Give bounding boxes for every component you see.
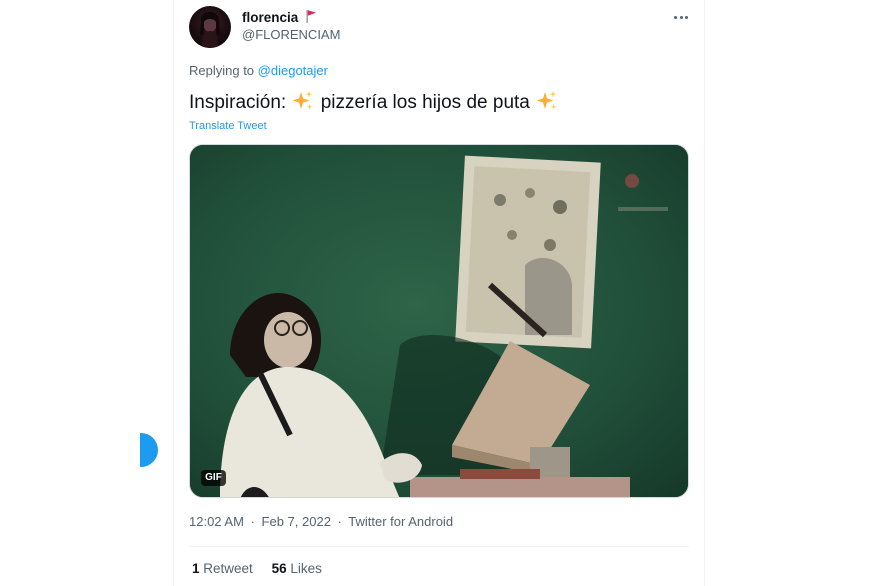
- retweets-count: 1: [192, 561, 200, 576]
- translate-tweet-link[interactable]: Translate Tweet: [189, 119, 267, 133]
- sparkles-icon: [536, 91, 557, 110]
- meta-separator: ·: [250, 514, 255, 529]
- sparkles-icon: [292, 91, 313, 110]
- reply-prefix: Replying to: [189, 63, 255, 78]
- avatar-image: [200, 12, 220, 48]
- page: florencia @FLORENCIAM Replying to @diego…: [0, 0, 879, 586]
- gif-badge: GIF: [201, 470, 226, 486]
- author-handle[interactable]: @FLORENCIAM: [242, 27, 340, 43]
- retweets-label: Retweet: [203, 561, 253, 576]
- avatar[interactable]: [189, 6, 231, 48]
- scroll-nav-button[interactable]: [140, 433, 158, 467]
- more-options-icon[interactable]: [670, 8, 692, 26]
- divider: [189, 546, 689, 547]
- gif-frame: [190, 145, 688, 497]
- tweet-text-part2: pizzería los hijos de puta: [315, 92, 536, 113]
- tweet-gif-media[interactable]: [189, 144, 689, 498]
- tweet-text-part1: Inspiración:: [189, 92, 292, 113]
- tweet-time[interactable]: 12:02 AM: [189, 514, 244, 529]
- tweet-source[interactable]: Twitter for Android: [348, 514, 453, 529]
- tweet-date[interactable]: Feb 7, 2022: [262, 514, 331, 529]
- meta-separator: ·: [337, 514, 342, 529]
- reply-context: Replying to @diegotajer: [189, 63, 328, 79]
- likes-count: 56: [271, 561, 287, 576]
- tweet-text: Inspiración: pizzería los hijos de puta: [189, 90, 559, 116]
- retweets-stat[interactable]: 1 Retweet: [192, 561, 253, 577]
- author-display-name[interactable]: florencia: [242, 9, 298, 26]
- likes-stat[interactable]: 56 Likes: [272, 561, 322, 577]
- tweet-stats: 1 Retweet 56 Likes: [192, 561, 337, 577]
- red-flag-icon: [306, 10, 316, 23]
- reply-to-handle-link[interactable]: @diegotajer: [258, 63, 328, 78]
- tweet-metadata: 12:02 AM · Feb 7, 2022 · Twitter for And…: [189, 514, 453, 530]
- likes-label: Likes: [290, 561, 322, 576]
